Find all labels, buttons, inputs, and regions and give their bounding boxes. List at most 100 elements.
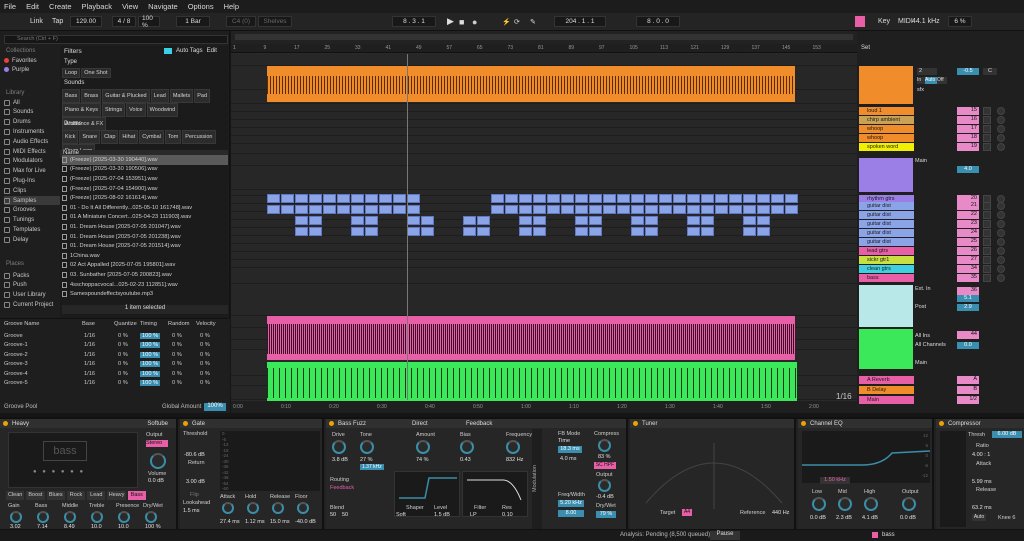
- fuzz-knob[interactable]: [416, 440, 430, 454]
- groove-quantize[interactable]: 0 %: [118, 361, 128, 367]
- track-lane[interactable]: [231, 236, 857, 244]
- file-row[interactable]: 01 - Do It All Differently...025-05-10 1…: [62, 203, 228, 213]
- track-name[interactable]: B Delay: [859, 385, 914, 394]
- track-number[interactable]: 35: [957, 273, 979, 282]
- track-number[interactable]: 1/2: [957, 395, 979, 404]
- groove-velocity[interactable]: 0 %: [200, 333, 210, 339]
- track-name[interactable]: clean gtrs: [859, 264, 914, 273]
- mixer-track[interactable]: guitar dist 25: [857, 237, 1024, 246]
- file-row[interactable]: (Freeze) [2025-07-04 154900].wav: [62, 184, 228, 194]
- filter-tag[interactable]: Voice: [126, 103, 146, 117]
- file-row[interactable]: Samespoundeffectsyoutube.mp3: [62, 289, 228, 299]
- track-number[interactable]: 22: [957, 210, 979, 219]
- file-row[interactable]: (Freeze) [2025-03-30 190506].wav: [62, 165, 228, 175]
- track-number[interactable]: 19: [957, 142, 979, 151]
- arm-button[interactable]: [997, 106, 1005, 115]
- guitar-clip[interactable]: [701, 205, 714, 214]
- library-item[interactable]: Plug-Ins: [4, 176, 35, 185]
- guitar-clip[interactable]: [281, 194, 294, 203]
- flip-button[interactable]: Flip: [190, 492, 199, 498]
- solo-button[interactable]: [983, 210, 991, 219]
- track-number[interactable]: 15: [957, 106, 979, 115]
- track-number[interactable]: 17: [957, 124, 979, 133]
- guitar-clip[interactable]: [463, 227, 476, 236]
- guitar-clip[interactable]: [477, 227, 490, 236]
- track-lane[interactable]: [231, 252, 857, 260]
- solo-button[interactable]: [983, 273, 991, 282]
- file-row[interactable]: 01. Dream House [2025-07-05 201238].wav: [62, 232, 228, 242]
- guitar-clip[interactable]: [281, 205, 294, 214]
- track-number[interactable]: 23: [957, 219, 979, 228]
- punch-icon[interactable]: ⚡: [502, 16, 511, 27]
- mixer-track[interactable]: lead gtrs 26: [857, 246, 1024, 255]
- filter-tag[interactable]: Brass: [81, 89, 102, 103]
- route-main[interactable]: Main: [915, 158, 927, 164]
- guitar-clip[interactable]: [295, 194, 308, 203]
- groove-col-header[interactable]: Timing: [140, 321, 157, 327]
- guitar-clip[interactable]: [393, 194, 406, 203]
- track-lane[interactable]: [231, 54, 857, 66]
- guitar-clip[interactable]: [757, 205, 770, 214]
- eq-knob[interactable]: [864, 497, 878, 511]
- guitar-clip[interactable]: [687, 205, 700, 214]
- amp-mode-button[interactable]: Rock: [66, 491, 86, 500]
- guitar-clip[interactable]: [533, 216, 546, 225]
- feedback-label[interactable]: Feedback: [466, 421, 492, 427]
- draw-icon[interactable]: ✎: [530, 16, 536, 27]
- route-all-ins[interactable]: All Ins: [915, 333, 930, 339]
- output-knob-fuzz[interactable]: [598, 479, 611, 492]
- groove-random[interactable]: 0 %: [172, 380, 182, 386]
- track-name[interactable]: whoop: [859, 133, 914, 142]
- guitar-clip[interactable]: [309, 216, 322, 225]
- guitar-clip[interactable]: [743, 194, 756, 203]
- arm-button[interactable]: [997, 115, 1005, 124]
- track-name[interactable]: bass: [859, 273, 914, 282]
- loop-length-field[interactable]: 8 . 0 . 0: [636, 16, 680, 27]
- arm-button[interactable]: [997, 133, 1005, 142]
- return-track[interactable]: A Reverb A: [857, 375, 1024, 384]
- guitar-clip[interactable]: [379, 205, 392, 214]
- return-track[interactable]: Main 1/2: [857, 395, 1024, 404]
- guitar-clip[interactable]: [785, 205, 798, 214]
- freq-width-value[interactable]: 5.20 kHz: [558, 500, 584, 507]
- guitar-clip[interactable]: [645, 227, 658, 236]
- track-name[interactable]: chirp ambient: [859, 115, 914, 124]
- library-item[interactable]: Modulators: [4, 157, 43, 166]
- reference-value[interactable]: 440 Hz: [772, 510, 789, 516]
- guitar-clip[interactable]: [533, 227, 546, 236]
- solo-button[interactable]: [983, 219, 991, 228]
- guitar-clip[interactable]: [323, 194, 336, 203]
- threshold-value[interactable]: -80.6 dB: [184, 452, 205, 458]
- record-icon[interactable]: ●: [472, 16, 477, 27]
- guitar-clip[interactable]: [505, 205, 518, 214]
- amp-knob[interactable]: [10, 511, 22, 523]
- volume-knob[interactable]: [150, 453, 166, 469]
- track-number[interactable]: A: [957, 375, 979, 384]
- guitar-clip[interactable]: [701, 227, 714, 236]
- route-post[interactable]: Post: [915, 304, 926, 310]
- track-number[interactable]: 21: [957, 201, 979, 210]
- guitar-clip[interactable]: [267, 205, 280, 214]
- guitar-clip[interactable]: [687, 194, 700, 203]
- groove-velocity[interactable]: 0 %: [200, 342, 210, 348]
- guitar-clip[interactable]: [295, 216, 308, 225]
- gate-knob[interactable]: [272, 502, 284, 514]
- track-name[interactable]: guitar dist: [859, 228, 914, 237]
- eq-title[interactable]: Channel EQ: [798, 419, 932, 428]
- track-name[interactable]: spoken word: [859, 142, 914, 151]
- groove-velocity[interactable]: 0 %: [200, 380, 210, 386]
- guitar-clip[interactable]: [575, 216, 588, 225]
- filter-tag[interactable]: Piano & Keys: [62, 103, 102, 117]
- guitar-clip[interactable]: [547, 205, 560, 214]
- amp-knob[interactable]: [37, 511, 49, 523]
- groove-random[interactable]: 0 %: [172, 342, 182, 348]
- arm-button[interactable]: [997, 219, 1005, 228]
- guitar-clip[interactable]: [771, 194, 784, 203]
- guitar-clip[interactable]: [687, 227, 700, 236]
- menu-view[interactable]: View: [122, 2, 138, 11]
- guitar-clip[interactable]: [561, 194, 574, 203]
- groove-base[interactable]: 1/16: [84, 361, 95, 367]
- groove-timing[interactable]: 100 %: [140, 342, 161, 348]
- guitar-clip[interactable]: [491, 205, 504, 214]
- guitar-clip[interactable]: [631, 216, 644, 225]
